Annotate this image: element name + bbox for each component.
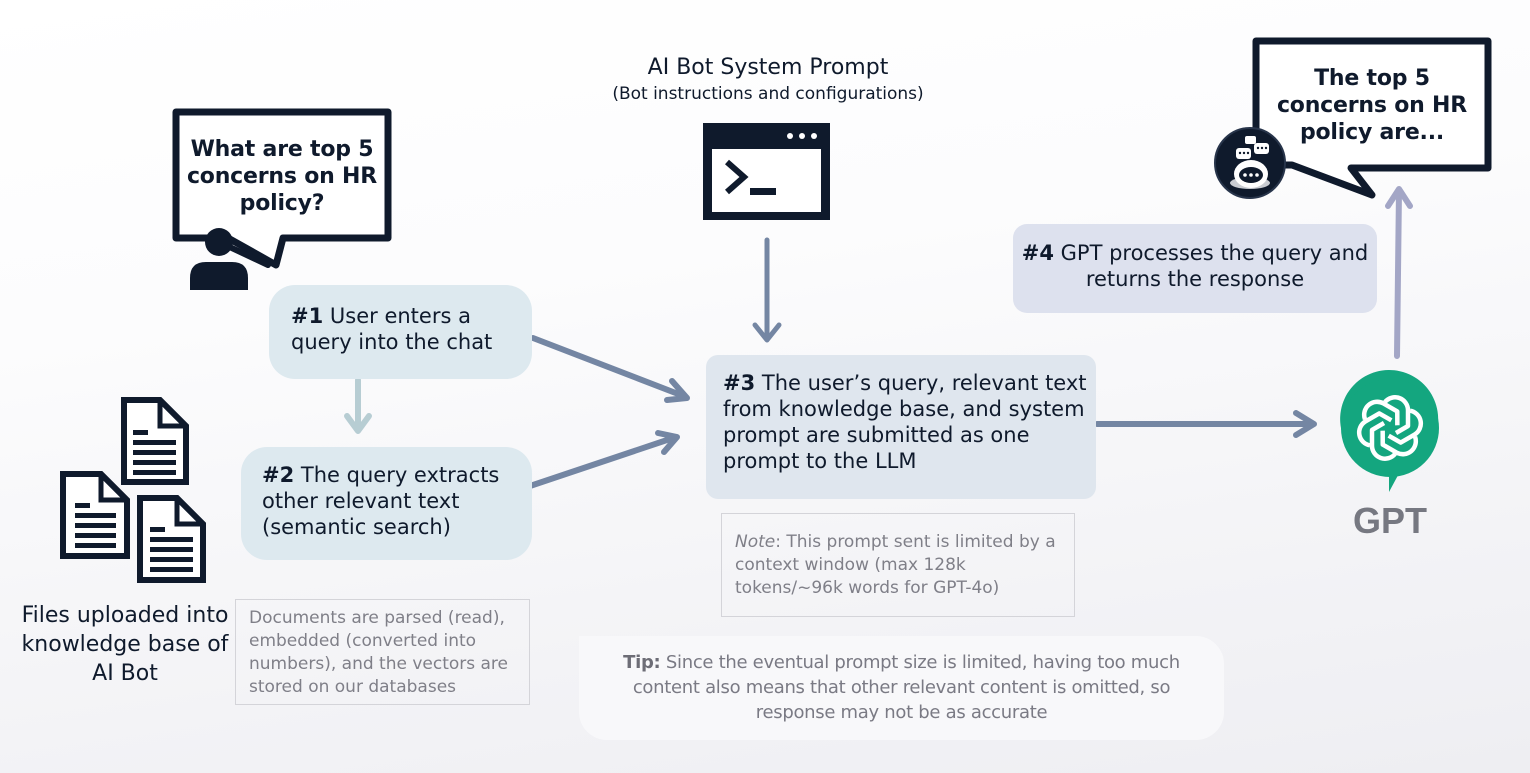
arrow-gpt-to-response (1385, 186, 1413, 359)
step-text: The query extracts other relevant text (… (262, 463, 500, 539)
documents-note: Documents are parsed (read), embedded (c… (235, 599, 530, 705)
step-text: The user’s query, relevant text from kno… (723, 371, 1087, 473)
system-prompt-subtitle: (Bot instructions and configurations) (612, 84, 924, 104)
arrow-step1-to-step3 (530, 335, 690, 403)
context-window-note: Note: This prompt sent is limited by a c… (721, 513, 1075, 617)
documents-icon (60, 397, 206, 583)
arrow-step1-to-step2 (344, 377, 372, 434)
step-text: GPT processes the query and returns the … (1060, 241, 1369, 291)
terminal-icon (703, 123, 830, 220)
tip-label: Tip: (623, 652, 661, 673)
document-icon (137, 495, 206, 583)
step-1-box: #1 User enters a query into the chat (269, 285, 532, 379)
document-icon (60, 471, 130, 559)
step-number: #4 (1021, 241, 1054, 265)
note-text: : This prompt sent is limited by a conte… (735, 532, 1056, 598)
arrow-step2-to-step3 (527, 430, 680, 489)
step-number: #1 (291, 304, 324, 328)
system-prompt-title: AI Bot System Prompt (647, 55, 889, 80)
bot-response-text: The top 5 concerns on HR policy are... (1276, 66, 1468, 145)
tip-text: Since the eventual prompt size is limite… (632, 652, 1180, 723)
step-3-box: #3 The user’s query, relevant text from … (706, 355, 1096, 499)
step-4-box: #4 GPT processes the query and returns t… (1013, 224, 1377, 313)
files-label: Files uploaded into knowledge base of AI… (21, 603, 229, 686)
step-number: #3 (723, 371, 756, 395)
step-2-box: #2 The query extracts other relevant tex… (241, 447, 532, 560)
arrow-system-to-step3 (752, 237, 782, 343)
gpt-logo-icon (1340, 370, 1439, 492)
user-question-text: What are top 5 concerns on HR policy? (186, 137, 378, 216)
step-number: #2 (262, 463, 295, 487)
arrow-step3-to-gpt (1094, 410, 1317, 438)
tip-box: Tip: Since the eventual prompt size is l… (579, 636, 1224, 740)
note-label: Note (735, 532, 776, 552)
gpt-label: GPT (1352, 500, 1427, 541)
document-icon (121, 397, 189, 485)
